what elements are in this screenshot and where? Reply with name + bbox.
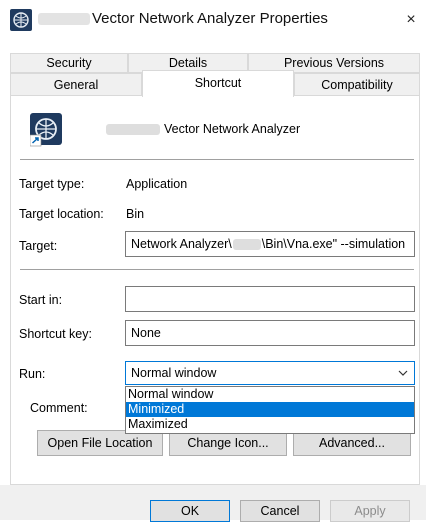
target-location-label: Target location: <box>19 207 104 221</box>
close-icon: × <box>406 11 416 28</box>
target-location-value: Bin <box>126 207 145 221</box>
tab-shortcut[interactable]: Shortcut <box>142 70 294 97</box>
run-label: Run: <box>19 367 46 381</box>
target-type-label: Target type: <box>19 177 85 191</box>
redacted-text <box>232 238 261 250</box>
shortcut-key-label: Shortcut key: <box>19 327 92 341</box>
window-title: Vector Network Analyzer Properties <box>92 10 328 27</box>
title-bar: Vector Network Analyzer Properties × <box>0 0 426 42</box>
apply-button[interactable]: Apply <box>330 500 410 522</box>
cancel-button[interactable]: Cancel <box>240 500 320 522</box>
comment-label: Comment: <box>30 401 88 415</box>
shortcut-app-icon <box>30 113 62 147</box>
separator <box>20 269 414 270</box>
start-in-label: Start in: <box>19 293 63 307</box>
target-input[interactable]: Network Analyzer\ \Bin\Vna.exe" --simula… <box>125 231 415 257</box>
redacted-text <box>38 13 90 25</box>
tab-compatibility[interactable]: Compatibility <box>294 73 420 96</box>
target-type-value: Application <box>126 177 188 191</box>
run-select[interactable]: Normal window <box>125 361 415 385</box>
start-in-input[interactable] <box>125 286 415 312</box>
run-option-normal-window[interactable]: Normal window <box>126 387 414 402</box>
tab-general[interactable]: General <box>10 73 142 96</box>
ok-button[interactable]: OK <box>150 500 230 522</box>
shortcut-key-input[interactable]: None <box>125 320 415 346</box>
shortcut-name: Vector Network Analyzer <box>164 122 301 136</box>
run-option-maximized[interactable]: Maximized <box>126 417 414 432</box>
network-analyzer-icon <box>10 9 32 31</box>
close-button[interactable]: × <box>398 6 424 34</box>
tab-security[interactable]: Security <box>10 53 128 73</box>
run-option-minimized[interactable]: Minimized <box>126 402 414 417</box>
redacted-text <box>106 124 160 135</box>
separator <box>20 159 414 160</box>
run-options-list: Normal window Minimized Maximized <box>125 386 415 434</box>
chevron-down-icon <box>398 370 408 376</box>
target-label: Target: <box>19 239 58 253</box>
